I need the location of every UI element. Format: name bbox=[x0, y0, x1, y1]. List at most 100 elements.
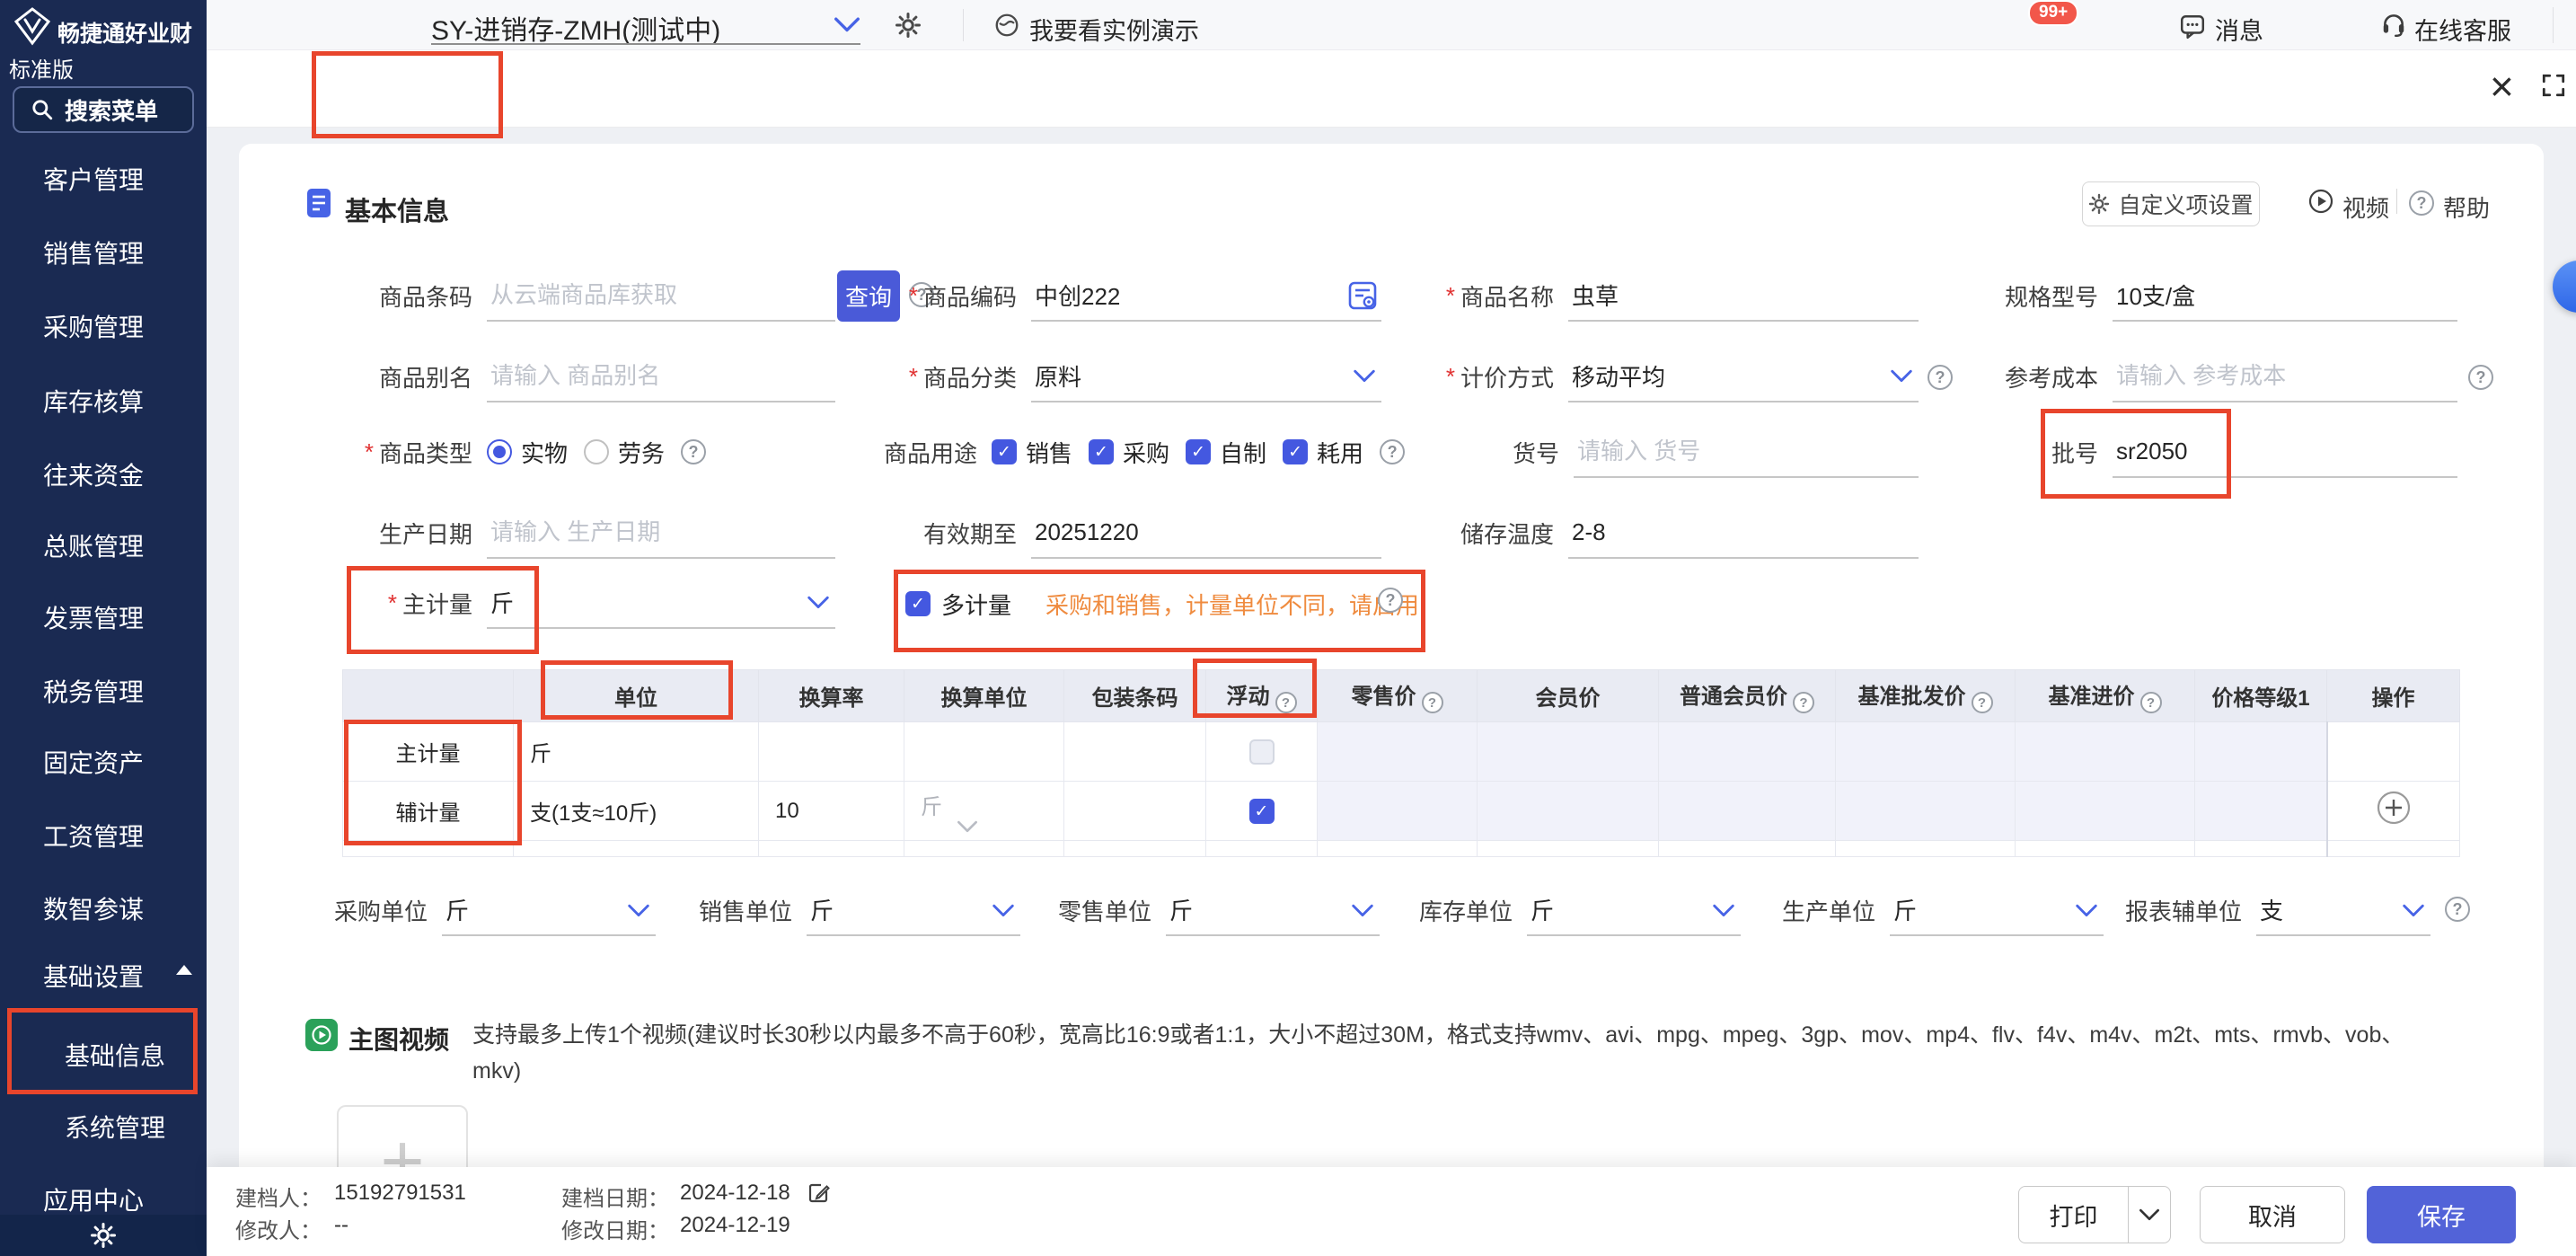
sale-unit-field: 销售单位 斤 bbox=[697, 885, 1020, 936]
product-code-input[interactable] bbox=[1031, 281, 1381, 309]
rate-unit-cell[interactable]: 斤 bbox=[904, 782, 1064, 841]
help-circle-icon[interactable]: ? bbox=[2409, 190, 2434, 216]
item-no-input[interactable] bbox=[1574, 438, 1919, 465]
retail-unit-select[interactable]: 斤 bbox=[1166, 885, 1380, 936]
checkbox-self-made[interactable]: ✓ bbox=[1186, 439, 1211, 464]
chevron-down-icon bbox=[1890, 369, 1913, 384]
sidebar-item-customers[interactable]: 客户管理 bbox=[43, 161, 144, 197]
sidebar-item-system-mgmt[interactable]: 系统管理 bbox=[65, 1109, 165, 1145]
floating-checkbox-checked[interactable]: ✓ bbox=[1249, 799, 1275, 824]
sidebar-item-fixed-assets[interactable]: 固定资产 bbox=[43, 744, 144, 780]
ref-cost-input[interactable] bbox=[2113, 362, 2457, 390]
member-price-cell bbox=[1478, 782, 1659, 841]
sidebar-item-ledger[interactable]: 总账管理 bbox=[43, 527, 144, 563]
edit-pencil-icon[interactable] bbox=[807, 1181, 832, 1206]
settings-gear-icon[interactable] bbox=[895, 12, 922, 39]
video-link[interactable]: 视频 bbox=[2342, 190, 2389, 224]
checkbox-purchase[interactable]: ✓ bbox=[1089, 439, 1114, 464]
sidebar-settings-bar[interactable] bbox=[0, 1215, 207, 1256]
print-button[interactable]: 打印 bbox=[2019, 1198, 2128, 1233]
video-upload-box[interactable]: + bbox=[337, 1105, 468, 1177]
stock-unit-select[interactable]: 斤 bbox=[1527, 885, 1741, 936]
close-icon[interactable]: × bbox=[2490, 59, 2514, 113]
sidebar-item-inventory[interactable]: 库存核算 bbox=[43, 383, 144, 419]
play-circle-icon[interactable] bbox=[2308, 189, 2333, 214]
barcode-input[interactable] bbox=[487, 281, 835, 309]
wholesale-help-icon[interactable]: ? bbox=[1972, 692, 1993, 713]
product-name-input[interactable] bbox=[1568, 281, 1919, 309]
member-help-icon[interactable]: ? bbox=[1793, 692, 1814, 713]
brand-name: 畅捷通好业财 bbox=[57, 16, 192, 49]
checkbox-sell[interactable]: ✓ bbox=[992, 439, 1017, 464]
pricing-select[interactable]: 移动平均 bbox=[1568, 350, 1919, 402]
pack-barcode-cell[interactable] bbox=[1064, 782, 1206, 841]
sidebar-item-invoices[interactable]: 发票管理 bbox=[43, 599, 144, 635]
gear-icon bbox=[2088, 193, 2110, 215]
rate-cell[interactable] bbox=[759, 722, 904, 782]
main-unit-select[interactable]: 斤 bbox=[487, 577, 835, 629]
sidebar-item-purchasing[interactable]: 采购管理 bbox=[43, 308, 144, 344]
customize-fields-button[interactable]: 自定义项设置 bbox=[2082, 181, 2260, 226]
sidebar-item-payroll[interactable]: 工资管理 bbox=[43, 818, 144, 854]
main-unit-label: *主计量 bbox=[296, 577, 487, 629]
radio-physical[interactable] bbox=[487, 439, 512, 464]
batch-no-input[interactable] bbox=[2113, 438, 2457, 465]
alias-input[interactable] bbox=[487, 362, 835, 390]
radio-service[interactable] bbox=[584, 439, 609, 464]
multi-unit-checkbox[interactable]: ✓ bbox=[905, 591, 931, 616]
fullscreen-icon[interactable] bbox=[2540, 72, 2567, 99]
print-dropdown[interactable] bbox=[2129, 1208, 2170, 1222]
account-chevron-down-icon[interactable] bbox=[834, 16, 860, 34]
checkbox-consume[interactable]: ✓ bbox=[1283, 439, 1308, 464]
sidebar-item-base-settings[interactable]: 基础设置 bbox=[43, 958, 144, 994]
sale-unit-select[interactable]: 斤 bbox=[807, 885, 1020, 936]
production-unit-select[interactable]: 斤 bbox=[1890, 885, 2104, 936]
video-section-icon bbox=[305, 1019, 338, 1051]
purchase-unit-select[interactable]: 斤 bbox=[442, 885, 656, 936]
table-header-row: 单位 换算率 换算单位 包装条码 浮动? 零售价? 会员价 普通会员价? 基准批… bbox=[343, 670, 2460, 722]
message-icon[interactable] bbox=[2179, 13, 2206, 40]
plus-circle-icon[interactable] bbox=[2376, 790, 2412, 826]
sidebar-item-insights[interactable]: 数智参谋 bbox=[43, 890, 144, 926]
multi-unit-help-icon[interactable]: ? bbox=[1378, 588, 1403, 613]
collapse-arrow-icon[interactable] bbox=[176, 965, 192, 975]
expiry-input[interactable] bbox=[1031, 518, 1381, 546]
table-row-aux-unit: 辅计量 支(1支≈10斤) 10 斤 ✓ bbox=[343, 782, 2460, 841]
demo-bubble-icon[interactable] bbox=[993, 12, 1020, 39]
cancel-button[interactable]: 取消 bbox=[2200, 1186, 2345, 1243]
online-support-link[interactable]: 在线客服 bbox=[2414, 12, 2511, 47]
demo-link[interactable]: 我要看实例演示 bbox=[1029, 12, 1199, 47]
type-help-icon[interactable]: ? bbox=[681, 439, 706, 464]
ref-cost-help-icon[interactable]: ? bbox=[2468, 365, 2493, 390]
save-button[interactable]: 保存 bbox=[2367, 1186, 2516, 1243]
sidebar-item-app-center[interactable]: 应用中心 bbox=[43, 1181, 144, 1217]
print-split-button[interactable]: 打印 bbox=[2018, 1186, 2171, 1243]
base-purchase-cell bbox=[2016, 722, 2195, 782]
report-aux-help-icon[interactable]: ? bbox=[2445, 897, 2470, 922]
code-rule-icon[interactable] bbox=[1347, 280, 1378, 311]
floating-checkbox-unchecked[interactable]: ✓ bbox=[1249, 739, 1275, 765]
sidebar-item-tax[interactable]: 税务管理 bbox=[43, 673, 144, 709]
unit-cell[interactable]: 支(1支≈10斤) bbox=[514, 782, 759, 841]
sidebar-item-funds[interactable]: 往来资金 bbox=[43, 456, 144, 492]
floating-help-icon[interactable]: ? bbox=[1275, 692, 1297, 713]
storage-temp-field: 储存温度 bbox=[1383, 507, 1919, 559]
retail-help-icon[interactable]: ? bbox=[1422, 692, 1443, 713]
report-aux-unit-select[interactable]: 支 bbox=[2256, 885, 2430, 936]
category-select[interactable]: 原料 bbox=[1031, 350, 1381, 402]
messages-link[interactable]: 消息 bbox=[2215, 12, 2263, 47]
sidebar-item-sales[interactable]: 销售管理 bbox=[43, 234, 144, 270]
spec-input[interactable] bbox=[2113, 281, 2457, 309]
pack-barcode-cell[interactable] bbox=[1064, 722, 1206, 782]
headset-icon[interactable] bbox=[2380, 11, 2407, 38]
storage-temp-input[interactable] bbox=[1568, 518, 1919, 546]
sidebar-search-input[interactable]: 搜索菜单 bbox=[13, 86, 194, 133]
help-link[interactable]: 帮助 bbox=[2443, 190, 2490, 224]
sidebar-item-base-info[interactable]: 基础信息 bbox=[65, 1037, 165, 1073]
purchase-help-icon[interactable]: ? bbox=[2140, 692, 2162, 713]
rate-cell[interactable]: 10 bbox=[759, 782, 904, 841]
ref-cost-label: 参考成本 bbox=[1922, 350, 2113, 402]
prod-date-input[interactable] bbox=[487, 518, 835, 546]
account-title[interactable]: SY-进销存-ZMH(测试中) bbox=[431, 8, 720, 48]
unit-cell[interactable]: 斤 bbox=[514, 722, 759, 782]
